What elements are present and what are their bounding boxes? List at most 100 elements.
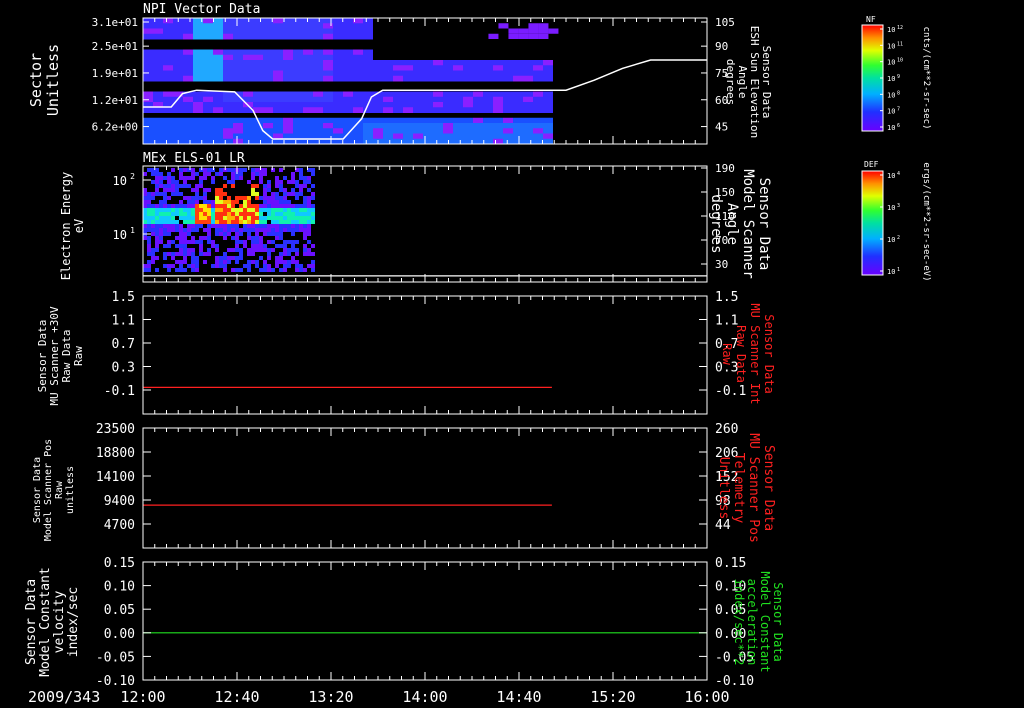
y-tick-label-left: 10 bbox=[113, 174, 127, 188]
y-tick-label-right: 105 bbox=[715, 16, 735, 29]
svg-text:Sensor Data: Sensor Data bbox=[771, 582, 785, 661]
heatmap-cell bbox=[183, 212, 187, 216]
heatmap-cell bbox=[223, 128, 233, 134]
heatmap-cell bbox=[299, 184, 303, 188]
heatmap-cell bbox=[463, 96, 473, 103]
heatmap-cell bbox=[191, 188, 195, 192]
heatmap-cell bbox=[353, 96, 363, 103]
heatmap-cell bbox=[247, 232, 251, 236]
heatmap-cell bbox=[193, 107, 203, 113]
y-tick-label-right: 0.15 bbox=[715, 556, 746, 571]
heatmap-cell bbox=[503, 70, 513, 77]
heatmap-cell bbox=[513, 96, 523, 103]
heatmap-cell bbox=[483, 133, 493, 140]
heatmap-cell bbox=[307, 208, 311, 212]
heatmap-cell bbox=[323, 65, 333, 71]
heatmap-cell bbox=[303, 212, 307, 216]
heatmap-cell bbox=[303, 102, 313, 108]
heatmap-cell bbox=[203, 172, 207, 176]
heatmap-cell bbox=[271, 248, 275, 252]
heatmap-cell bbox=[263, 123, 273, 129]
heatmap-cell bbox=[207, 212, 211, 216]
heatmap-cell bbox=[187, 212, 191, 216]
heatmap-cell bbox=[173, 54, 183, 61]
heatmap-cell bbox=[193, 23, 203, 29]
heatmap-cell bbox=[219, 196, 223, 200]
heatmap-cell bbox=[155, 208, 159, 212]
heatmap-cell bbox=[235, 268, 239, 272]
heatmap-cell bbox=[183, 18, 193, 24]
heatmap-cell bbox=[167, 220, 171, 224]
heatmap-cell bbox=[147, 248, 151, 252]
heatmap-cell bbox=[523, 70, 533, 77]
heatmap-cell bbox=[195, 220, 199, 224]
heatmap-cell bbox=[403, 60, 413, 66]
heatmap-cell bbox=[383, 117, 393, 124]
heatmap-cell bbox=[171, 184, 175, 188]
heatmap-cell bbox=[267, 204, 271, 208]
heatmap-cell bbox=[313, 49, 323, 56]
heatmap-cell bbox=[235, 216, 239, 220]
heatmap-cell bbox=[163, 212, 167, 216]
heatmap-cell bbox=[203, 49, 213, 56]
heatmap-cell bbox=[153, 75, 163, 82]
heatmap-cell bbox=[223, 236, 227, 240]
heatmap-cell bbox=[215, 216, 219, 220]
heatmap-cell bbox=[493, 123, 503, 129]
heatmap-cell bbox=[403, 75, 413, 82]
heatmap-cell bbox=[503, 75, 513, 82]
heatmap-cell bbox=[143, 91, 153, 98]
heatmap-cell bbox=[263, 184, 267, 188]
heatmap-cell bbox=[227, 224, 231, 228]
heatmap-cell bbox=[403, 107, 413, 113]
heatmap-cell bbox=[163, 18, 173, 24]
heatmap-cell bbox=[175, 244, 179, 248]
heatmap-cell bbox=[433, 133, 443, 140]
heatmap-cell bbox=[183, 244, 187, 248]
heatmap-cell bbox=[227, 208, 231, 212]
heatmap-cell bbox=[239, 212, 243, 216]
heatmap-cell bbox=[167, 232, 171, 236]
heatmap-cell bbox=[275, 184, 279, 188]
svg-text:Raw: Raw bbox=[720, 343, 734, 365]
heatmap-cell bbox=[243, 216, 247, 220]
heatmap-cell bbox=[179, 236, 183, 240]
heatmap-cell bbox=[283, 196, 287, 200]
panel-frame bbox=[142, 427, 708, 549]
heatmap-cell bbox=[155, 228, 159, 232]
heatmap-cell bbox=[143, 224, 147, 228]
heatmap-cell bbox=[199, 196, 203, 200]
heatmap-cell bbox=[299, 216, 303, 220]
heatmap-cell bbox=[255, 220, 259, 224]
heatmap-cell bbox=[155, 268, 159, 272]
heatmap-cell bbox=[543, 117, 553, 124]
heatmap-cell bbox=[311, 196, 315, 200]
heatmap-cell bbox=[231, 248, 235, 252]
heatmap-cell bbox=[219, 208, 223, 212]
heatmap-cell bbox=[203, 23, 213, 29]
heatmap-cell bbox=[323, 96, 333, 103]
heatmap-cell bbox=[183, 248, 187, 252]
heatmap-cell bbox=[413, 102, 423, 108]
heatmap-cell bbox=[155, 240, 159, 244]
heatmap-cell bbox=[543, 91, 553, 98]
heatmap-cell bbox=[333, 128, 343, 134]
heatmap-cell bbox=[163, 70, 173, 77]
panel-frame bbox=[142, 561, 708, 681]
heatmap-cell bbox=[211, 224, 215, 228]
heatmap-cell bbox=[251, 236, 255, 240]
heatmap-cell bbox=[473, 107, 483, 113]
heatmap-cell bbox=[243, 65, 253, 71]
heatmap-cell bbox=[363, 49, 373, 56]
heatmap-cell bbox=[283, 220, 287, 224]
heatmap-cell bbox=[263, 224, 267, 228]
heatmap-cell bbox=[173, 133, 183, 140]
heatmap-cell bbox=[191, 240, 195, 244]
heatmap-cell bbox=[453, 133, 463, 140]
heatmap-cell bbox=[167, 224, 171, 228]
heatmap-cell bbox=[183, 107, 193, 113]
heatmap-cell bbox=[263, 91, 273, 98]
heatmap-cell bbox=[307, 212, 311, 216]
y-tick-label-right: 45 bbox=[715, 121, 728, 134]
heatmap-cell bbox=[213, 117, 223, 124]
